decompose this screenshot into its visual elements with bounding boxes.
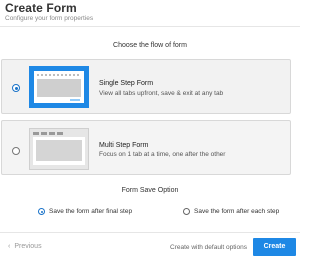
save-after-final-option[interactable]: Save the form after final step [38,207,158,217]
save-after-final-radio[interactable] [38,208,45,215]
dialog-subtitle: Configure your form properties [5,15,94,22]
create-form-dialog: Create Form Configure your form properti… [0,0,300,260]
previous-button[interactable]: ‹ Previous [8,243,42,250]
dialog-title: Create Form [5,1,77,15]
chevron-left-icon: ‹ [8,243,11,250]
save-after-each-radio[interactable] [183,208,190,215]
multi-step-illustration [29,128,89,170]
save-option-heading: Form Save Option [121,187,179,194]
multi-step-radio[interactable] [12,147,20,155]
single-step-option[interactable]: Single Step Form View all tabs upfront, … [1,59,291,114]
single-step-radio[interactable] [12,84,20,92]
single-step-description: View all tabs upfront, save & exit at an… [99,90,224,97]
single-step-illustration [29,66,89,108]
dialog-footer: ‹ Previous Create with default options Cr… [0,232,300,260]
dialog-header: Create Form Configure your form properti… [0,0,300,27]
multi-step-description: Focus on 1 tab at a time, one after the … [99,151,226,158]
create-button[interactable]: Create [253,238,296,256]
flow-heading: Choose the flow of form [113,42,187,49]
multi-step-title: Multi Step Form [99,142,149,149]
save-after-final-label: Save the form after final step [49,208,133,215]
save-after-each-label: Save the form after each step [194,208,280,215]
save-after-each-option[interactable]: Save the form after each step [183,207,293,217]
multi-step-option[interactable]: Multi Step Form Focus on 1 tab at a time… [1,120,291,175]
previous-label: Previous [14,243,42,250]
single-step-title: Single Step Form [99,80,154,87]
create-with-defaults-link[interactable]: Create with default options [170,244,247,251]
